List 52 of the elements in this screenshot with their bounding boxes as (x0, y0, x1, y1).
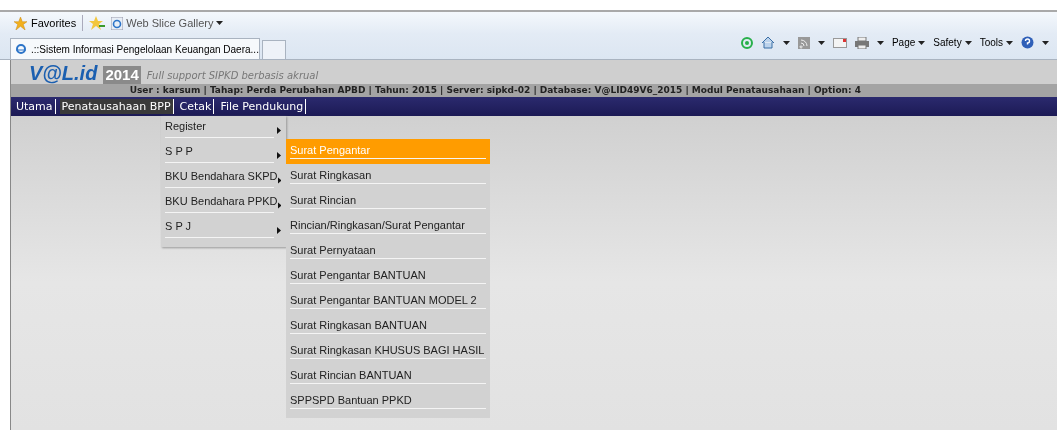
menu-item[interactable]: Surat Pengantar BANTUAN MODEL 2 (286, 289, 490, 314)
submenu-arrow-icon (277, 152, 281, 159)
star-icon (14, 16, 27, 30)
menu-item[interactable]: Surat Pengantar BANTUAN (286, 264, 490, 289)
menu-item[interactable]: File Pendukung (218, 99, 307, 114)
printer-icon[interactable] (854, 36, 869, 49)
logo-year: 2014 (103, 66, 141, 84)
menu-item[interactable]: S P J (161, 218, 286, 243)
menu-item[interactable]: Rincian/Ringkasan/Surat Pengantar (286, 214, 490, 239)
caret-icon (918, 40, 926, 45)
browser-icon (15, 43, 27, 55)
menu-item[interactable]: BKU Bendahara SKPD (161, 168, 286, 193)
session-info: User : karsum | Tahap: Perda Perubahan APBD | Tahun: 2015 | Server: sipkd-02 | Database: V@LID49V6_2015 | Modul Penatausahaan | Option: 4 (11, 84, 1057, 97)
menu-item[interactable]: Surat Rincian (286, 189, 490, 214)
menu-item[interactable]: Utama (14, 99, 56, 114)
home-icon[interactable] (760, 36, 775, 49)
caret-icon (1006, 40, 1013, 45)
menu-item[interactable]: Surat Pernyataan (286, 239, 490, 264)
caret-icon (817, 40, 825, 45)
submenu-arrow-icon (277, 227, 281, 234)
caret-icon (216, 21, 224, 25)
menu-item[interactable]: SPPSPD Bantuan PPKD (286, 389, 490, 414)
logo: V@L.id (29, 62, 98, 84)
caret-icon (782, 40, 790, 45)
browser-tab[interactable]: .::Sistem Informasi Pengelolaan Keuangan Daera... (10, 38, 260, 59)
help-icon[interactable] (1021, 36, 1034, 49)
status-icon[interactable] (740, 36, 753, 49)
tagline: Full support SIPKD berbasis akrual (146, 69, 319, 83)
menu-item[interactable]: Penatausahaan BPP (59, 99, 174, 114)
favorites-button[interactable]: Favorites (14, 16, 77, 30)
command-menu[interactable]: Page (891, 37, 926, 48)
mail-icon[interactable] (832, 37, 847, 48)
command-menu[interactable]: Safety (933, 37, 972, 48)
submenu-arrow-icon (277, 177, 281, 184)
menu-item[interactable]: Surat Ringkasan KHUSUS BAGI HASIL (286, 339, 490, 364)
browser-icon (111, 16, 124, 30)
feed-icon[interactable] (797, 36, 810, 49)
menu-item[interactable]: Register (161, 118, 286, 143)
command-menu[interactable]: Tools (979, 37, 1013, 48)
menu-item[interactable]: BKU Bendahara PPKD (161, 193, 286, 218)
submenu-arrow-icon (277, 202, 281, 209)
add-favorite-icon[interactable] (89, 16, 106, 30)
menu-item[interactable]: S P P (161, 143, 286, 168)
menu-item[interactable]: Surat Rincian BANTUAN (286, 364, 490, 389)
menu-item[interactable]: Surat Ringkasan BANTUAN (286, 314, 490, 339)
caret-icon (1042, 40, 1049, 45)
submenu-arrow-icon (277, 127, 281, 134)
caret-icon (964, 40, 972, 45)
menu-item[interactable]: Cetak (177, 99, 215, 114)
caret-icon (876, 40, 884, 45)
menu-item[interactable]: Surat Ringkasan (286, 164, 490, 189)
web-slice-gallery-button[interactable]: Web Slice Gallery (111, 16, 224, 30)
